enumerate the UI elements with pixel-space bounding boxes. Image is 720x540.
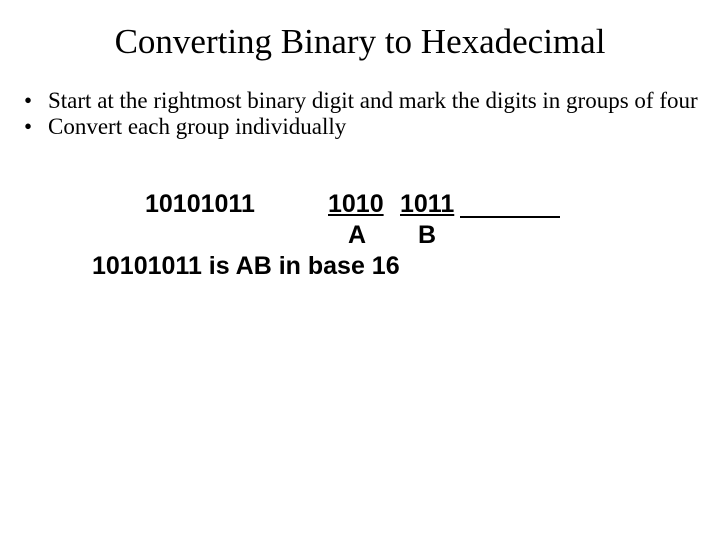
hex-digit-2: B	[418, 220, 436, 251]
example-result: 10101011 is AB in base 16	[0, 251, 720, 282]
slide: Converting Binary to Hexadecimal • Start…	[0, 0, 720, 540]
bullet-dot-icon: •	[22, 114, 48, 140]
hex-digit-1: A	[348, 220, 366, 251]
binary-full: 10101011	[145, 189, 255, 220]
bullet-item: • Convert each group individually	[22, 114, 698, 140]
underline-trail	[460, 189, 560, 218]
example-block: 10101011 1010 1011 A B 10101011 is AB in…	[0, 189, 720, 282]
bullet-dot-icon: •	[22, 88, 48, 114]
example-line-hex: A B	[0, 220, 720, 251]
binary-group-1: 1010	[328, 189, 384, 220]
bullet-text: Convert each group individually	[48, 114, 698, 140]
bullet-list: • Start at the rightmost binary digit an…	[0, 88, 720, 141]
slide-title: Converting Binary to Hexadecimal	[0, 0, 720, 62]
example-line-binary: 10101011 1010 1011	[0, 189, 720, 220]
binary-group-2: 1011	[400, 189, 454, 220]
bullet-text: Start at the rightmost binary digit and …	[48, 88, 698, 114]
bullet-item: • Start at the rightmost binary digit an…	[22, 88, 698, 114]
